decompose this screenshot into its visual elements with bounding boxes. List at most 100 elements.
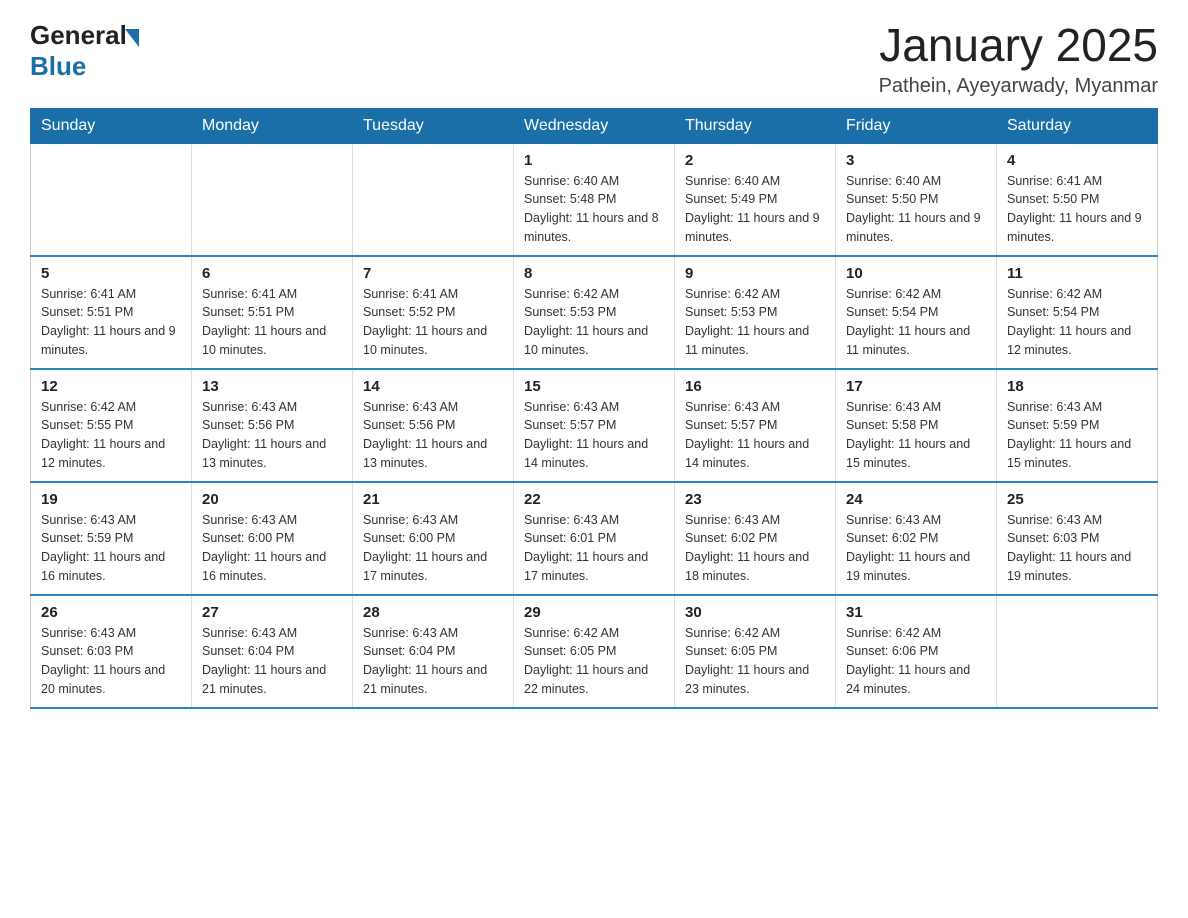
page-header: General Blue January 2025 Pathein, Ayeya… [30,20,1158,98]
calendar-cell: 9 Sunrise: 6:42 AM Sunset: 5:53 PM Daylig… [675,256,836,369]
calendar-cell: 23Sunrise: 6:43 AM Sunset: 6:02 PM Dayli… [675,482,836,595]
calendar-cell: 5Sunrise: 6:41 AM Sunset: 5:51 PM Daylig… [31,256,192,369]
day-number: 9 [685,265,825,282]
calendar-cell: 8 Sunrise: 6:42 AM Sunset: 5:53 PM Daylig… [514,256,675,369]
day-info: Sunrise: 6:43 AM Sunset: 5:56 PM Dayligh… [202,398,342,473]
calendar-cell: 28 Sunrise: 6:43 AM Sunset: 6:04 PM Dayli… [353,595,514,708]
calendar-cell: 11Sunrise: 6:42 AM Sunset: 5:54 PM Dayli… [997,256,1158,369]
day-info: Sunrise: 6:43 AM Sunset: 6:03 PM Dayligh… [1007,511,1147,586]
day-number: 11 [1007,265,1147,282]
day-number: 20 [202,491,342,508]
logo-general-text: General [30,20,127,51]
calendar-cell: 22 Sunrise: 6:43 AM Sunset: 6:01 PM Dayli… [514,482,675,595]
calendar-cell [31,143,192,256]
header-day-thursday: Thursday [675,108,836,143]
calendar-cell: 15Sunrise: 6:43 AM Sunset: 5:57 PM Dayli… [514,369,675,482]
calendar-cell: 17 Sunrise: 6:43 AM Sunset: 5:58 PM Dayli… [836,369,997,482]
day-number: 24 [846,491,986,508]
day-info: Sunrise: 6:42 AM Sunset: 5:53 PM Dayligh… [524,285,664,360]
calendar-cell: 4 Sunrise: 6:41 AM Sunset: 5:50 PM Daylig… [997,143,1158,256]
day-number: 28 [363,604,503,621]
day-info: Sunrise: 6:41 AM Sunset: 5:50 PM Dayligh… [1007,172,1147,247]
calendar-cell: 27Sunrise: 6:43 AM Sunset: 6:04 PM Dayli… [192,595,353,708]
calendar-cell: 18 Sunrise: 6:43 AM Sunset: 5:59 PM Dayli… [997,369,1158,482]
calendar-week-row: 5Sunrise: 6:41 AM Sunset: 5:51 PM Daylig… [31,256,1158,369]
calendar-table: SundayMondayTuesdayWednesdayThursdayFrid… [30,108,1158,709]
calendar-cell: 31 Sunrise: 6:42 AM Sunset: 6:06 PM Dayli… [836,595,997,708]
calendar-week-row: 1 Sunrise: 6:40 AM Sunset: 5:48 PM Daylig… [31,143,1158,256]
day-number: 2 [685,152,825,169]
calendar-cell [192,143,353,256]
calendar-header-row: SundayMondayTuesdayWednesdayThursdayFrid… [31,108,1158,143]
day-number: 21 [363,491,503,508]
day-info: Sunrise: 6:43 AM Sunset: 5:56 PM Dayligh… [363,398,503,473]
calendar-cell: 19 Sunrise: 6:43 AM Sunset: 5:59 PM Dayli… [31,482,192,595]
title-section: January 2025 Pathein, Ayeyarwady, Myanma… [879,20,1158,98]
day-number: 25 [1007,491,1147,508]
header-day-tuesday: Tuesday [353,108,514,143]
calendar-cell: 2 Sunrise: 6:40 AM Sunset: 5:49 PM Daylig… [675,143,836,256]
calendar-cell: 10 Sunrise: 6:42 AM Sunset: 5:54 PM Dayli… [836,256,997,369]
day-info: Sunrise: 6:42 AM Sunset: 5:53 PM Dayligh… [685,285,825,360]
calendar-cell: 14Sunrise: 6:43 AM Sunset: 5:56 PM Dayli… [353,369,514,482]
day-info: Sunrise: 6:42 AM Sunset: 6:06 PM Dayligh… [846,624,986,699]
calendar-week-row: 12Sunrise: 6:42 AM Sunset: 5:55 PM Dayli… [31,369,1158,482]
calendar-cell [353,143,514,256]
header-day-friday: Friday [836,108,997,143]
calendar-cell: 6Sunrise: 6:41 AM Sunset: 5:51 PM Daylig… [192,256,353,369]
calendar-cell: 3 Sunrise: 6:40 AM Sunset: 5:50 PM Daylig… [836,143,997,256]
calendar-cell: 25 Sunrise: 6:43 AM Sunset: 6:03 PM Dayli… [997,482,1158,595]
day-number: 10 [846,265,986,282]
day-number: 15 [524,378,664,395]
day-number: 16 [685,378,825,395]
day-number: 6 [202,265,342,282]
day-info: Sunrise: 6:43 AM Sunset: 5:58 PM Dayligh… [846,398,986,473]
day-number: 7 [363,265,503,282]
day-info: Sunrise: 6:43 AM Sunset: 5:59 PM Dayligh… [1007,398,1147,473]
logo-blue-text: Blue [30,51,86,81]
day-number: 31 [846,604,986,621]
calendar-week-row: 26Sunrise: 6:43 AM Sunset: 6:03 PM Dayli… [31,595,1158,708]
header-day-wednesday: Wednesday [514,108,675,143]
calendar-cell: 1 Sunrise: 6:40 AM Sunset: 5:48 PM Daylig… [514,143,675,256]
day-info: Sunrise: 6:43 AM Sunset: 6:00 PM Dayligh… [202,511,342,586]
day-number: 8 [524,265,664,282]
day-info: Sunrise: 6:40 AM Sunset: 5:49 PM Dayligh… [685,172,825,247]
day-number: 18 [1007,378,1147,395]
day-number: 19 [41,491,181,508]
day-info: Sunrise: 6:42 AM Sunset: 6:05 PM Dayligh… [685,624,825,699]
day-number: 26 [41,604,181,621]
calendar-cell: 24 Sunrise: 6:43 AM Sunset: 6:02 PM Dayli… [836,482,997,595]
day-number: 17 [846,378,986,395]
day-info: Sunrise: 6:43 AM Sunset: 6:00 PM Dayligh… [363,511,503,586]
day-info: Sunrise: 6:43 AM Sunset: 6:04 PM Dayligh… [363,624,503,699]
header-day-sunday: Sunday [31,108,192,143]
day-info: Sunrise: 6:42 AM Sunset: 6:05 PM Dayligh… [524,624,664,699]
header-day-saturday: Saturday [997,108,1158,143]
day-info: Sunrise: 6:43 AM Sunset: 5:59 PM Dayligh… [41,511,181,586]
day-info: Sunrise: 6:41 AM Sunset: 5:52 PM Dayligh… [363,285,503,360]
location-title: Pathein, Ayeyarwady, Myanmar [879,75,1158,98]
day-number: 30 [685,604,825,621]
day-info: Sunrise: 6:43 AM Sunset: 6:04 PM Dayligh… [202,624,342,699]
day-info: Sunrise: 6:40 AM Sunset: 5:48 PM Dayligh… [524,172,664,247]
calendar-cell: 12Sunrise: 6:42 AM Sunset: 5:55 PM Dayli… [31,369,192,482]
calendar-week-row: 19 Sunrise: 6:43 AM Sunset: 5:59 PM Dayli… [31,482,1158,595]
day-number: 13 [202,378,342,395]
calendar-cell: 26Sunrise: 6:43 AM Sunset: 6:03 PM Dayli… [31,595,192,708]
day-info: Sunrise: 6:43 AM Sunset: 6:02 PM Dayligh… [846,511,986,586]
day-number: 3 [846,152,986,169]
day-number: 1 [524,152,664,169]
calendar-cell: 13 Sunrise: 6:43 AM Sunset: 5:56 PM Dayli… [192,369,353,482]
calendar-cell: 30 Sunrise: 6:42 AM Sunset: 6:05 PM Dayli… [675,595,836,708]
day-number: 4 [1007,152,1147,169]
day-number: 22 [524,491,664,508]
day-info: Sunrise: 6:43 AM Sunset: 6:01 PM Dayligh… [524,511,664,586]
day-info: Sunrise: 6:42 AM Sunset: 5:54 PM Dayligh… [846,285,986,360]
logo-triangle-icon [125,29,139,47]
calendar-cell: 29Sunrise: 6:42 AM Sunset: 6:05 PM Dayli… [514,595,675,708]
month-title: January 2025 [879,20,1158,71]
day-info: Sunrise: 6:40 AM Sunset: 5:50 PM Dayligh… [846,172,986,247]
day-number: 12 [41,378,181,395]
day-info: Sunrise: 6:43 AM Sunset: 5:57 PM Dayligh… [685,398,825,473]
